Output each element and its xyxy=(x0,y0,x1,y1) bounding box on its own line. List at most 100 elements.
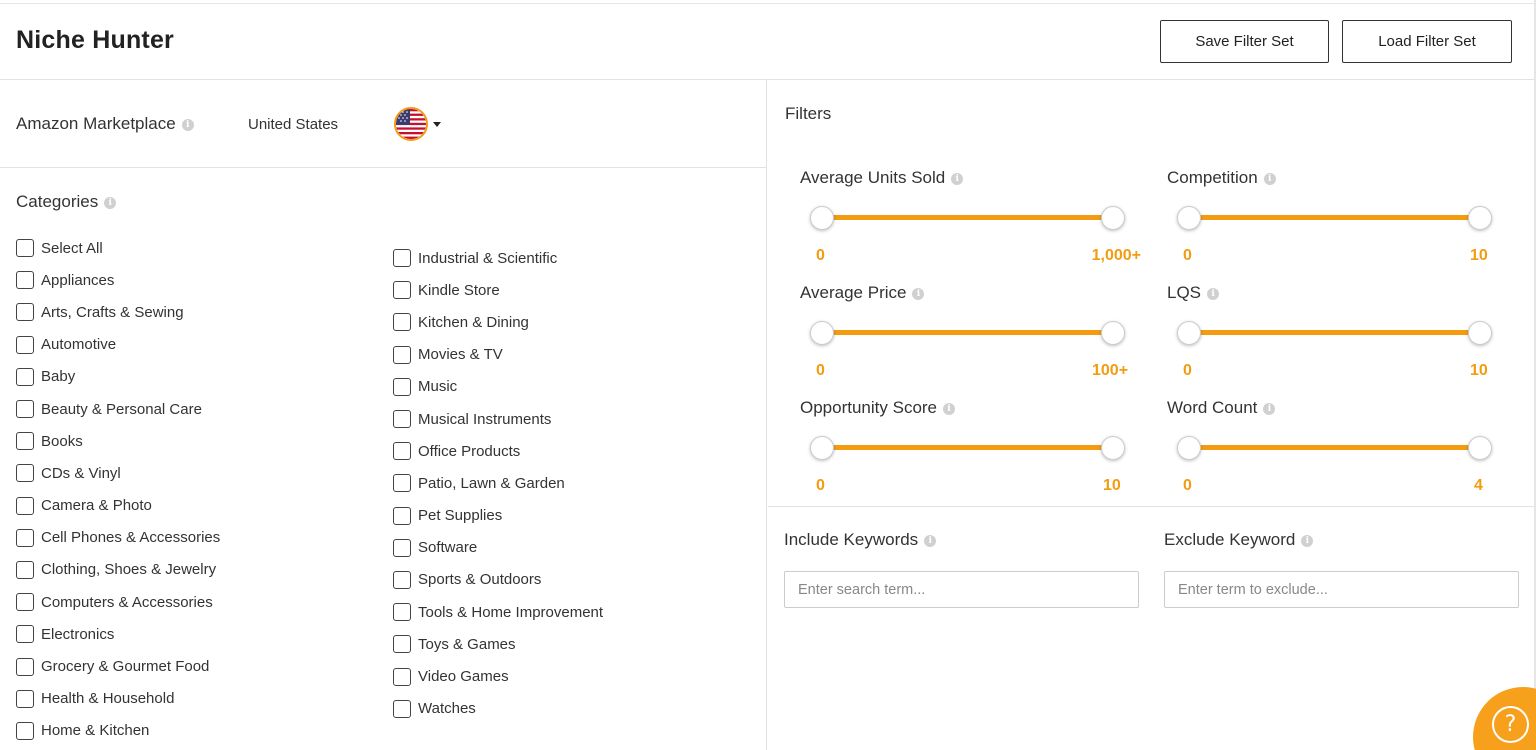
category-checkbox-item[interactable]: Health & Household xyxy=(16,683,220,715)
include-keywords-input[interactable] xyxy=(784,571,1139,608)
category-checkbox-item[interactable]: Appliances xyxy=(16,264,220,296)
slider-track[interactable] xyxy=(1189,215,1481,220)
info-icon[interactable]: i xyxy=(104,196,117,209)
select-all-checkbox-item[interactable]: Select All xyxy=(16,232,220,264)
info-icon[interactable]: i xyxy=(951,172,964,185)
category-checkbox-item[interactable]: Music xyxy=(393,371,603,403)
slider-track[interactable] xyxy=(822,215,1114,220)
slider-track[interactable] xyxy=(1189,445,1481,450)
category-checkbox-item[interactable]: Patio, Lawn & Garden xyxy=(393,467,603,499)
slider-track[interactable] xyxy=(822,330,1114,335)
checkbox[interactable] xyxy=(393,699,411,718)
category-checkbox-item[interactable]: Software xyxy=(393,532,603,564)
category-checkbox-item[interactable]: Home & Kitchen xyxy=(16,715,220,747)
checkbox[interactable] xyxy=(16,400,34,419)
save-filter-set-button[interactable]: Save Filter Set xyxy=(1160,20,1329,63)
checkbox[interactable] xyxy=(16,496,34,515)
category-checkbox-item[interactable]: Grocery & Gourmet Food xyxy=(16,650,220,682)
category-checkbox-item[interactable]: Sports & Outdoors xyxy=(393,564,603,596)
checkbox[interactable] xyxy=(16,239,34,258)
checkbox[interactable] xyxy=(16,657,34,676)
checkbox[interactable] xyxy=(16,560,34,579)
marketplace-dropdown[interactable] xyxy=(394,107,444,141)
checkbox[interactable] xyxy=(393,249,411,268)
checkbox[interactable] xyxy=(393,313,411,332)
category-checkbox-item[interactable]: Movies & TV xyxy=(393,339,603,371)
checkbox[interactable] xyxy=(16,625,34,644)
category-checkbox-item[interactable]: Video Games xyxy=(393,660,603,692)
category-checkbox-item[interactable]: CDs & Vinyl xyxy=(16,457,220,489)
info-icon[interactable]: i xyxy=(1263,172,1276,185)
category-checkbox-item[interactable]: Baby xyxy=(16,361,220,393)
category-label: Software xyxy=(418,539,478,557)
category-checkbox-item[interactable]: Watches xyxy=(393,693,603,725)
category-checkbox-item[interactable]: Books xyxy=(16,425,220,457)
category-checkbox-item[interactable]: Industrial & Scientific xyxy=(393,242,603,274)
checkbox[interactable] xyxy=(393,474,411,493)
exclude-keyword-input[interactable] xyxy=(1164,571,1519,608)
checkbox[interactable] xyxy=(16,721,34,740)
category-label: Baby xyxy=(41,368,76,386)
category-label: Pet Supplies xyxy=(418,507,503,525)
category-label: Kitchen & Dining xyxy=(418,313,529,331)
info-icon[interactable]: i xyxy=(924,534,937,547)
checkbox[interactable] xyxy=(16,367,34,386)
info-icon[interactable]: i xyxy=(912,287,925,300)
category-checkbox-item[interactable]: Kitchen & Dining xyxy=(393,306,603,338)
slider-max-handle[interactable] xyxy=(1468,321,1492,345)
category-checkbox-item[interactable]: Arts, Crafts & Sewing xyxy=(16,296,220,328)
slider-min-handle[interactable] xyxy=(810,321,834,345)
checkbox[interactable] xyxy=(16,271,34,290)
slider-min-handle[interactable] xyxy=(810,206,834,230)
category-checkbox-item[interactable]: Pet Supplies xyxy=(393,500,603,532)
checkbox[interactable] xyxy=(393,538,411,557)
info-icon[interactable]: i xyxy=(943,402,956,415)
info-icon[interactable]: i xyxy=(1263,402,1276,415)
checkbox[interactable] xyxy=(393,603,411,622)
info-icon[interactable]: i xyxy=(1207,287,1220,300)
slider-max-handle[interactable] xyxy=(1468,436,1492,460)
checkbox[interactable] xyxy=(16,303,34,322)
info-icon[interactable]: i xyxy=(1301,534,1314,547)
checkbox[interactable] xyxy=(16,689,34,708)
info-icon[interactable]: i xyxy=(181,118,194,131)
category-checkbox-item[interactable]: Electronics xyxy=(16,618,220,650)
category-checkbox-item[interactable]: Musical Instruments xyxy=(393,403,603,435)
checkbox[interactable] xyxy=(393,506,411,525)
checkbox[interactable] xyxy=(393,410,411,429)
slider-min-handle[interactable] xyxy=(1177,206,1201,230)
category-checkbox-item[interactable]: Camera & Photo xyxy=(16,490,220,522)
checkbox[interactable] xyxy=(393,442,411,461)
category-checkbox-item[interactable]: Cell Phones & Accessories xyxy=(16,522,220,554)
checkbox[interactable] xyxy=(393,667,411,686)
checkbox[interactable] xyxy=(393,281,411,300)
slider-max-handle[interactable] xyxy=(1101,206,1125,230)
checkbox[interactable] xyxy=(16,335,34,354)
category-label: Tools & Home Improvement xyxy=(418,603,604,621)
checkbox[interactable] xyxy=(16,593,34,612)
checkbox[interactable] xyxy=(16,432,34,451)
category-checkbox-item[interactable]: Computers & Accessories xyxy=(16,586,220,618)
slider-track[interactable] xyxy=(1189,330,1481,335)
checkbox[interactable] xyxy=(393,345,411,364)
slider-max-handle[interactable] xyxy=(1101,436,1125,460)
checkbox[interactable] xyxy=(393,635,411,654)
checkbox[interactable] xyxy=(16,528,34,547)
category-checkbox-item[interactable]: Toys & Games xyxy=(393,628,603,660)
slider-max-handle[interactable] xyxy=(1468,206,1492,230)
slider-track[interactable] xyxy=(822,445,1114,450)
checkbox[interactable] xyxy=(393,377,411,396)
slider-max-handle[interactable] xyxy=(1101,321,1125,345)
category-checkbox-item[interactable]: Tools & Home Improvement xyxy=(393,596,603,628)
checkbox[interactable] xyxy=(393,570,411,589)
category-checkbox-item[interactable]: Automotive xyxy=(16,329,220,361)
slider-min-handle[interactable] xyxy=(810,436,834,460)
checkbox[interactable] xyxy=(16,464,34,483)
category-checkbox-item[interactable]: Beauty & Personal Care xyxy=(16,393,220,425)
slider-min-handle[interactable] xyxy=(1177,321,1201,345)
category-checkbox-item[interactable]: Clothing, Shoes & Jewelry xyxy=(16,554,220,586)
slider-min-handle[interactable] xyxy=(1177,436,1201,460)
category-checkbox-item[interactable]: Office Products xyxy=(393,435,603,467)
load-filter-set-button[interactable]: Load Filter Set xyxy=(1342,20,1512,63)
category-checkbox-item[interactable]: Kindle Store xyxy=(393,274,603,306)
